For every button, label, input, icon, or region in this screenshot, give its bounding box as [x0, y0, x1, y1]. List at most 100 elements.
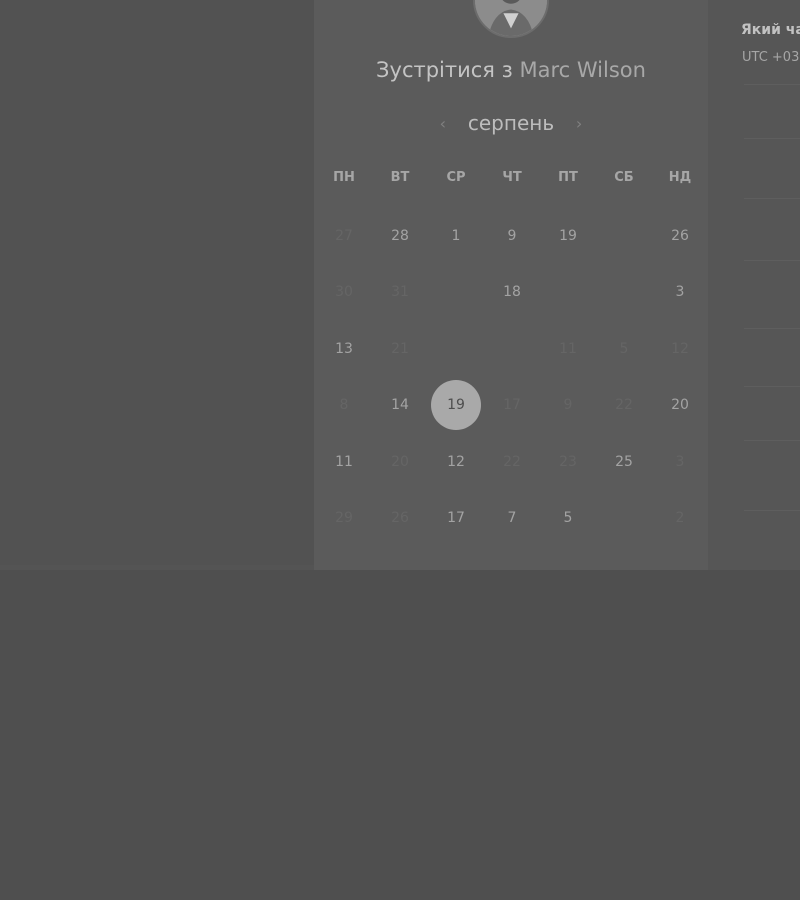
calendar-day[interactable]: 22 [484, 434, 540, 490]
calendar-day-number: 12 [671, 341, 689, 357]
host-name: Marc Wilson [519, 58, 646, 82]
calendar-day[interactable]: 27 [316, 208, 372, 264]
time-slot-divider [744, 510, 800, 511]
calendar-day-number: 3 [675, 284, 685, 300]
calendar-day[interactable]: 14 [372, 377, 428, 433]
calendar-day[interactable]: 2 [652, 490, 708, 546]
calendar-day[interactable]: 3 [652, 434, 708, 490]
calendar-day-number: 18 [503, 284, 521, 300]
calendar-day[interactable]: 20 [372, 434, 428, 490]
calendar-day [428, 321, 484, 377]
calendar-day[interactable]: 21 [372, 321, 428, 377]
calendar-day-number: 27 [335, 228, 353, 244]
calendar-day-number: 19 [431, 380, 481, 430]
weekday-label: СР [446, 170, 466, 185]
time-slot-divider [744, 198, 800, 199]
calendar-day [596, 264, 652, 320]
calendar-day[interactable]: 5 [540, 490, 596, 546]
calendar-day[interactable]: 1 [428, 208, 484, 264]
calendar-day[interactable]: 30 [316, 264, 372, 320]
time-slot-divider [744, 84, 800, 85]
calendar-day-number: 21 [391, 341, 409, 357]
weekday-header: ПН ВТ СР ЧТ ПТ СБ НД [316, 170, 708, 190]
calendar-day[interactable]: 25 [596, 434, 652, 490]
weekday-label: ПН [333, 170, 355, 185]
time-slot-divider [744, 440, 800, 441]
calendar-day-number: 28 [391, 228, 409, 244]
calendar-day-number: 3 [675, 454, 685, 470]
calendar-day [540, 264, 596, 320]
calendar-day[interactable]: 28 [372, 208, 428, 264]
calendar-day-number: 7 [507, 510, 517, 526]
chevron-left-icon[interactable]: ‹ [430, 114, 456, 133]
calendar-day-number: 31 [391, 284, 409, 300]
timezone-label[interactable]: UTC +03 [742, 50, 799, 65]
calendar-day[interactable]: 12 [652, 321, 708, 377]
calendar-day[interactable]: 26 [372, 490, 428, 546]
calendar-day-number: 9 [507, 228, 517, 244]
calendar-day[interactable]: 8 [316, 377, 372, 433]
calendar-day[interactable]: 23 [540, 434, 596, 490]
time-slot-divider [744, 328, 800, 329]
calendar-day[interactable]: 22 [596, 377, 652, 433]
calendar-day-number: 25 [615, 454, 633, 470]
calendar-day[interactable]: 26 [652, 208, 708, 264]
calendar-day[interactable]: 5 [596, 321, 652, 377]
calendar-day-number: 5 [619, 341, 629, 357]
calendar-day[interactable]: 12 [428, 434, 484, 490]
calendar-day[interactable]: 13 [316, 321, 372, 377]
calendar-day[interactable]: 17 [428, 490, 484, 546]
calendar-day-number: 12 [447, 454, 465, 470]
meeting-title-prefix: Зустрітися з [376, 58, 513, 82]
calendar-day[interactable]: 3 [652, 264, 708, 320]
month-label: серпень [467, 111, 555, 135]
calendar-day[interactable]: 20 [652, 377, 708, 433]
booking-screen: Зустрітися з Marc Wilson ‹ серпень › ПН В… [0, 0, 800, 900]
calendar-day-number: 14 [391, 397, 409, 413]
calendar-day-number: 22 [615, 397, 633, 413]
calendar-day-number: 11 [559, 341, 577, 357]
weekday-label: НД [668, 170, 692, 185]
month-navigation: ‹ серпень › [314, 108, 708, 138]
time-slot-divider [744, 260, 800, 261]
chevron-right-icon[interactable]: › [566, 114, 592, 133]
calendar-day-number: 20 [671, 397, 689, 413]
calendar-day[interactable]: 17 [484, 377, 540, 433]
time-panel [708, 0, 800, 570]
calendar-day-number: 19 [559, 228, 577, 244]
calendar-day-number: 11 [335, 454, 353, 470]
calendar-day-number: 17 [503, 397, 521, 413]
calendar-day[interactable]: 11 [540, 321, 596, 377]
calendar-day[interactable]: 7 [484, 490, 540, 546]
calendar-day[interactable]: 29 [316, 490, 372, 546]
calendar-day-number: 26 [671, 228, 689, 244]
calendar-grid: 27 28 1 9 19 26 30 31 18 3 13 21 11 5 12 8 14 19 17 9 22 20 11… [316, 208, 708, 548]
calendar-day[interactable]: 11 [316, 434, 372, 490]
calendar-day-number: 30 [335, 284, 353, 300]
weekday-label: ЧТ [502, 170, 522, 185]
time-slot-divider [744, 386, 800, 387]
weekday-label: ПТ [558, 170, 578, 185]
weekday-label: ВТ [390, 170, 410, 185]
weekday-label: СБ [614, 170, 634, 185]
calendar-day [484, 321, 540, 377]
calendar-day[interactable]: 31 [372, 264, 428, 320]
meeting-title: Зустрітися з Marc Wilson [314, 58, 708, 82]
calendar-day [596, 490, 652, 546]
calendar-day-number: 5 [563, 510, 573, 526]
calendar-day-number: 9 [563, 397, 573, 413]
time-slot-divider [744, 138, 800, 139]
calendar-day-number: 26 [391, 510, 409, 526]
calendar-day-number: 29 [335, 510, 353, 526]
calendar-day-number: 8 [339, 397, 349, 413]
calendar-day [428, 264, 484, 320]
calendar-day [596, 208, 652, 264]
calendar-day-selected[interactable]: 19 [428, 377, 484, 433]
calendar-day-number: 20 [391, 454, 409, 470]
calendar-day[interactable]: 9 [540, 377, 596, 433]
calendar-day-number: 22 [503, 454, 521, 470]
calendar-day[interactable]: 18 [484, 264, 540, 320]
calendar-day[interactable]: 19 [540, 208, 596, 264]
calendar-day[interactable]: 9 [484, 208, 540, 264]
calendar-day-number: 1 [451, 228, 461, 244]
